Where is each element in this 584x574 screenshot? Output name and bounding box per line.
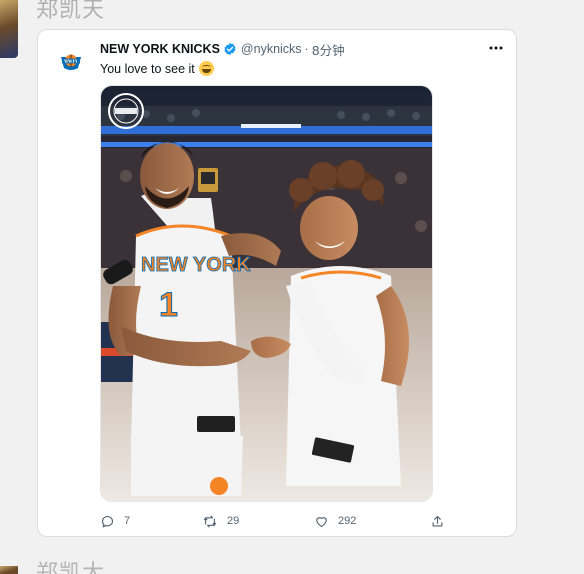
like-count: 292 <box>338 515 357 527</box>
author-name[interactable]: 郑凯天 <box>36 0 105 24</box>
retweet-icon <box>203 515 217 527</box>
next-author-name[interactable]: 郑凯大 <box>36 563 105 574</box>
verified-badge-icon <box>223 42 237 56</box>
tweet-photo[interactable]: NEW YORK 1 <box>100 85 433 502</box>
jersey-lettering: NEW YORK <box>141 254 251 276</box>
tweet-text: You love to see it <box>100 61 214 76</box>
tweet-timestamp[interactable]: 8分钟 <box>312 40 345 59</box>
share-icon <box>432 515 443 526</box>
quoted-tweet-card[interactable]: NEW YORK KNICKS @nyknicks · 8分钟 You love… <box>37 29 517 537</box>
retweet-button[interactable]: 29 <box>202 512 239 530</box>
account-name[interactable]: NEW YORK KNICKS <box>100 42 220 56</box>
heart-icon <box>316 516 327 527</box>
separator-dot: · <box>304 42 309 56</box>
knicks-logo-avatar[interactable] <box>56 46 86 76</box>
tweet-header: NEW YORK KNICKS @nyknicks · 8分钟 <box>100 40 345 59</box>
tweet-text-body: You love to see it <box>100 61 195 76</box>
reply-icon <box>101 515 114 527</box>
account-handle[interactable]: @nyknicks <box>241 42 302 56</box>
author-avatar[interactable] <box>0 0 18 58</box>
jersey-number: 1 <box>159 286 178 324</box>
share-button[interactable] <box>430 512 445 530</box>
reply-count: 7 <box>124 515 131 527</box>
like-button[interactable]: 292 <box>314 512 356 530</box>
timeline: 郑凯天 NEW YORK KNICKS @nyknicks · 8分钟 You … <box>0 0 584 574</box>
grinning-face-emoji <box>198 61 214 76</box>
next-author-avatar[interactable] <box>0 566 18 574</box>
reply-button[interactable]: 7 <box>100 512 130 530</box>
tweet-actions: 7 29 292 <box>100 512 446 530</box>
photo-illustration: NEW YORK 1 <box>101 86 432 501</box>
retweet-count: 29 <box>227 515 240 527</box>
more-horizontal-icon[interactable] <box>486 40 506 56</box>
